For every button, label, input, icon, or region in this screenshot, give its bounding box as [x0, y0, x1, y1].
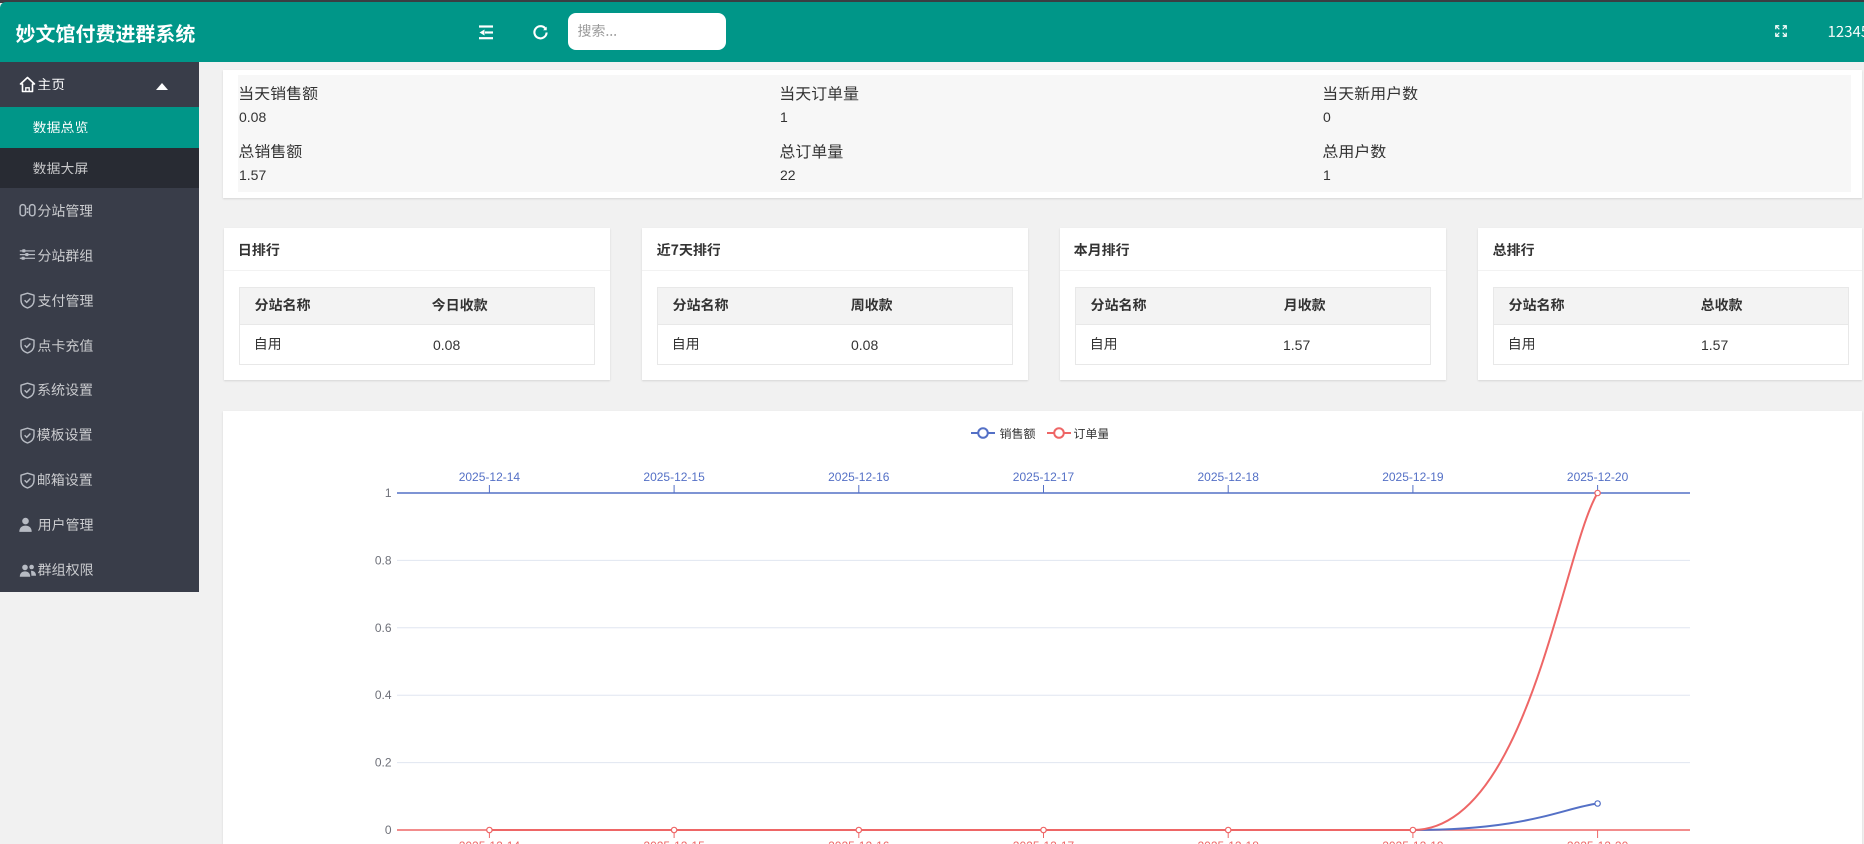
svg-text:2025-12-14: 2025-12-14: [459, 839, 521, 844]
svg-text:2025-12-14: 2025-12-14: [459, 470, 521, 484]
svg-text:2025-12-19: 2025-12-19: [1382, 839, 1444, 844]
svg-text:0.6: 0.6: [375, 621, 392, 635]
svg-text:2025-12-17: 2025-12-17: [1013, 839, 1075, 844]
svg-text:1: 1: [385, 486, 392, 500]
svg-text:0.8: 0.8: [375, 553, 392, 567]
svg-text:2025-12-17: 2025-12-17: [1013, 470, 1075, 484]
svg-text:2025-12-18: 2025-12-18: [1198, 839, 1260, 844]
svg-text:0.2: 0.2: [375, 756, 392, 770]
svg-text:2025-12-16: 2025-12-16: [828, 470, 890, 484]
svg-text:0.4: 0.4: [375, 688, 392, 702]
svg-text:2025-12-20: 2025-12-20: [1567, 839, 1629, 844]
svg-text:2025-12-18: 2025-12-18: [1198, 470, 1260, 484]
svg-text:2025-12-20: 2025-12-20: [1567, 470, 1629, 484]
svg-text:2025-12-16: 2025-12-16: [828, 839, 890, 844]
svg-text:2025-12-15: 2025-12-15: [643, 839, 705, 844]
svg-text:2025-12-19: 2025-12-19: [1382, 470, 1444, 484]
svg-text:0: 0: [385, 823, 392, 837]
svg-text:2025-12-15: 2025-12-15: [643, 470, 705, 484]
